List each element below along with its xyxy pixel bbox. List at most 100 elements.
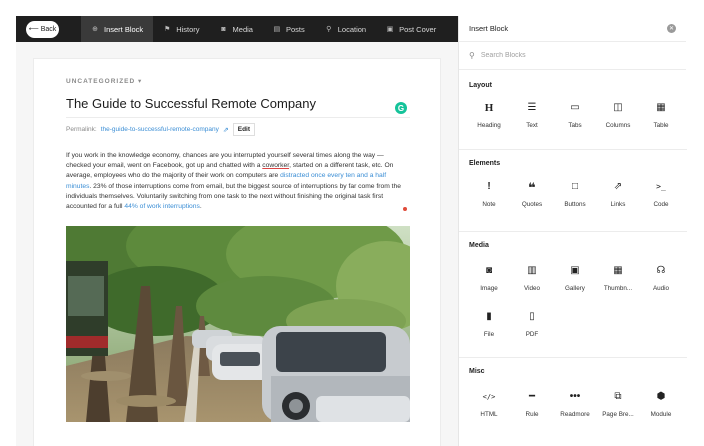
tab-label: Insert Block [104,24,144,34]
block-label: Quotes [521,201,543,208]
file-icon: ▮ [486,311,492,322]
film-icon: ▥ [527,265,537,276]
block-thumbnails[interactable]: ▦ Thumbn... [596,264,640,293]
pin-icon: ⚲ [326,26,332,33]
block-image[interactable]: ◙ Image [467,264,511,293]
permalink-edit-button[interactable]: Edit [232,123,256,136]
section-title: Misc [469,368,485,375]
post-title[interactable]: The Guide to Successful Remote Company [66,96,316,111]
block-text[interactable]: ☰ Text [510,101,554,130]
section-title: Elements [469,160,501,167]
grammarly-icon[interactable]: G [395,102,407,114]
camera-icon: ◙ [221,25,226,33]
section-layout: Layout H Heading ☰ Text ▭ Tabs ◫ Columns… [459,72,687,150]
post-body[interactable]: If you work in the knowledge economy, ch… [66,151,410,212]
button-icon: □ [571,181,579,192]
external-link-icon[interactable]: ⇗ [223,126,229,134]
block-buttons[interactable]: □ Buttons [553,180,597,209]
permalink-row: Permalink: the-guide-to-successful-remot… [66,123,256,136]
section-media: Media ◙ Image ▥ Video ▣ Gallery ▦ Thumbn… [459,232,687,358]
block-label: Rule [525,411,539,418]
block-label: Thumbn... [603,285,633,292]
copy-icon: ⧉ [614,391,622,402]
block-rule[interactable]: ━ Rule [510,390,554,419]
body-text-4: . [199,203,202,211]
exclamation-icon: ! [487,181,491,192]
block-file[interactable]: ▮ File [467,310,511,339]
columns-icon: ◫ [613,102,623,113]
heading-icon: H [484,101,494,114]
external-link-icon: ⇗ [613,181,623,192]
block-label: Buttons [564,201,586,208]
table-icon: ▦ [656,102,666,113]
tab-post-cover[interactable]: ▣ Post Cover [376,16,446,42]
block-label: Links [610,201,626,208]
ellipsis-icon: ••• [569,391,581,402]
block-code[interactable]: >_ Code [639,180,683,209]
tab-label: Post Cover [399,24,437,34]
post-image[interactable] [66,226,410,422]
grammar-alert-dot[interactable] [403,207,407,211]
block-audio[interactable]: ☊ Audio [639,264,683,293]
block-pdf[interactable]: ▯ PDF [510,310,554,339]
block-label: Columns [605,122,631,129]
close-icon[interactable]: ✕ [667,24,676,33]
terminal-icon: >_ [656,182,666,191]
panel-title: Insert Block [469,24,509,33]
block-note[interactable]: ! Note [467,180,511,209]
block-label: HTML [480,411,498,418]
permalink-link[interactable]: the-guide-to-successful-remote-company [101,126,219,133]
folder-icon: ▭ [570,102,580,113]
block-label: Readmore [560,411,590,418]
block-label: Video [524,285,540,292]
tab-media[interactable]: ◙ Media [210,16,263,42]
block-columns[interactable]: ◫ Columns [596,101,640,130]
block-tabs[interactable]: ▭ Tabs [553,101,597,130]
block-label: Image [480,285,498,292]
category-label: UNCATEGORIZED [66,78,136,85]
block-table[interactable]: ▦ Table [639,101,683,130]
code-icon: </> [482,392,496,401]
section-misc: Misc </> HTML ━ Rule ••• Readmore ⧉ Page… [459,358,687,446]
tab-insert-block[interactable]: ⊕ Insert Block [81,16,154,42]
spelling-word[interactable]: coworker [262,162,289,169]
arrow-left-icon: ⟵ [28,26,39,33]
block-heading[interactable]: H Heading [467,101,511,129]
block-html[interactable]: </> HTML [467,390,511,418]
flag-icon: ⚑ [164,26,171,33]
tab-label: Media [232,24,253,34]
block-page-break[interactable]: ⧉ Page Bre... [596,390,640,419]
block-quotes[interactable]: ❝ Quotes [510,179,554,209]
tab-history[interactable]: ⚑ History [153,16,209,42]
block-label: Text [526,122,538,129]
search-input[interactable] [480,52,661,59]
block-readmore[interactable]: ••• Readmore [553,390,597,419]
quote-icon: ❝ [528,179,536,195]
tab-label: Location [337,24,367,34]
minus-icon: ━ [528,391,536,402]
image-icon: ▣ [570,265,580,276]
posts-icon: ▤ [273,26,281,33]
tab-posts[interactable]: ▤ Posts [263,16,315,42]
block-label: PDF [525,331,539,338]
category-select[interactable]: UNCATEGORIZED ▾ [66,77,142,85]
block-links[interactable]: ⇗ Links [596,180,640,209]
body-link-interruptions[interactable]: 44% of work interruptions [124,203,199,210]
back-label: Back [40,25,57,33]
grid-icon: ▦ [613,265,623,276]
back-button[interactable]: ⟵ Back [26,20,59,38]
tab-location[interactable]: ⚲ Location [315,16,376,42]
pdf-icon: ▯ [529,311,535,322]
insert-icon: ⊕ [92,26,98,33]
block-label: Module [650,411,672,418]
block-label: Gallery [565,285,585,292]
block-video[interactable]: ▥ Video [510,264,554,293]
block-module[interactable]: ⬢ Module [639,390,683,419]
block-label: File [483,331,495,338]
block-gallery[interactable]: ▣ Gallery [553,264,597,293]
block-label: Page Bre... [602,411,634,418]
parking-lot-photo [66,226,410,422]
section-elements: Elements ! Note ❝ Quotes □ Buttons ⇗ Lin… [459,150,687,232]
text-icon: ☰ [527,102,537,113]
block-label: Note [482,201,496,208]
